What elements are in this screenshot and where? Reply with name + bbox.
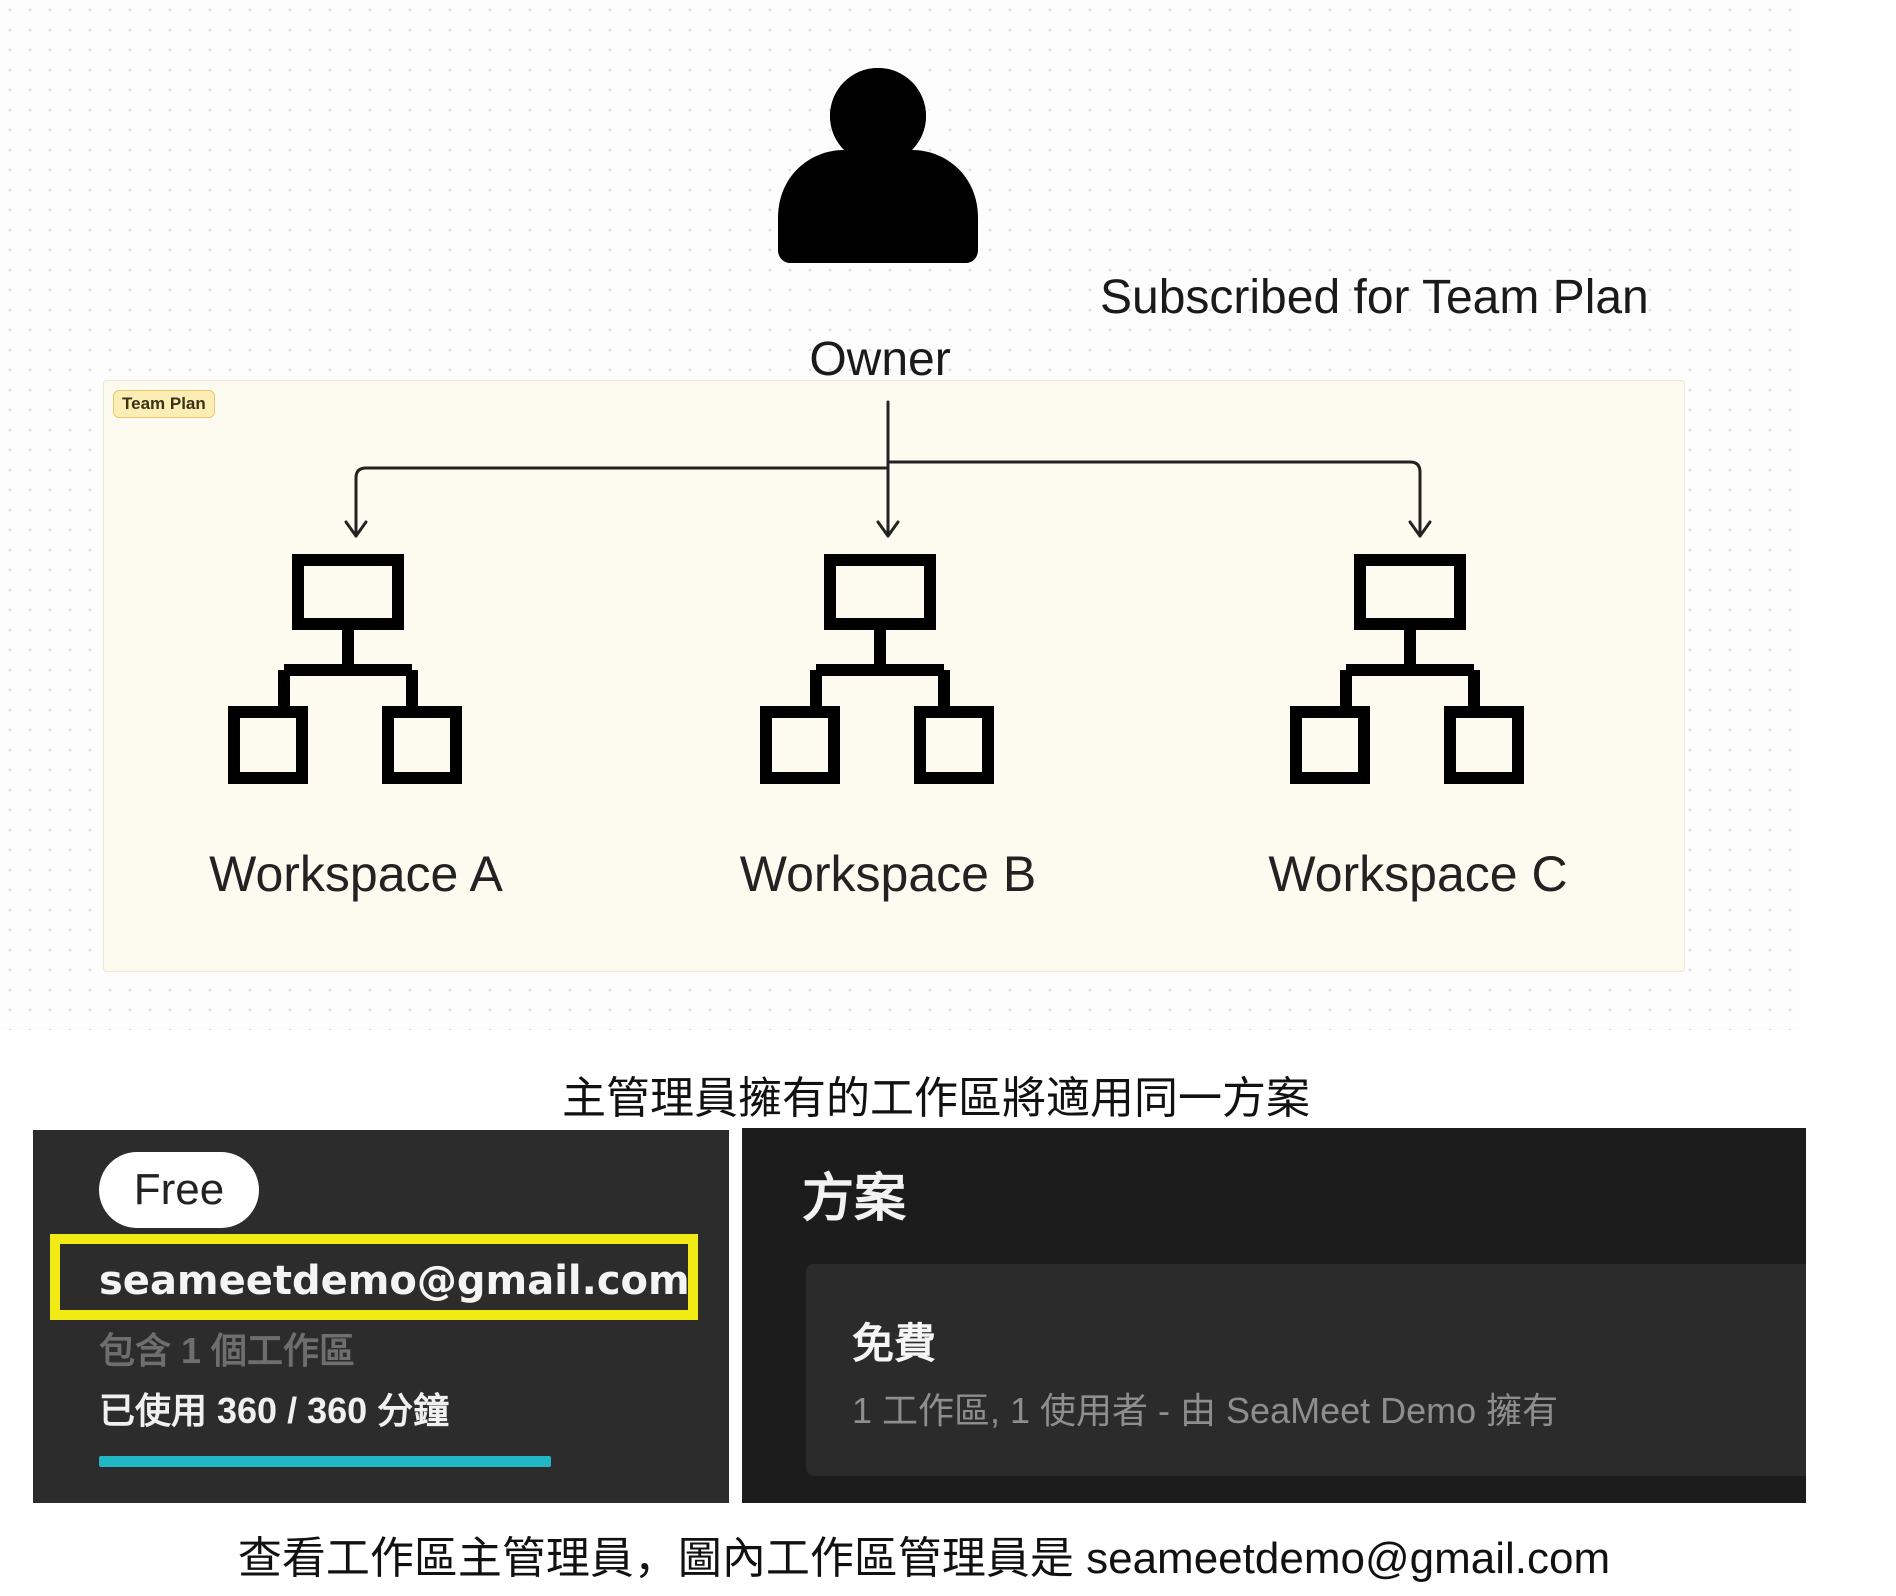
workspace-c-icon <box>1290 554 1524 784</box>
workspace-b-icon <box>760 554 994 784</box>
usage-text: 已使用 360 / 360 分鐘 <box>99 1390 450 1431</box>
workspace-b-label: Workspace B <box>739 846 1037 902</box>
plan-description: 1 工作區, 1 使用者 - 由 SeaMeet Demo 擁有 <box>852 1390 1559 1431</box>
owner-email: seameetdemo@gmail.com <box>99 1258 690 1304</box>
plan-section-title: 方案 <box>802 1170 907 1228</box>
workspace-a-label: Workspace A <box>209 846 503 902</box>
plan-card[interactable]: 免費 1 工作區, 1 使用者 - 由 SeaMeet Demo 擁有 <box>806 1264 1806 1476</box>
account-panel: Free seameetdemo@gmail.com 包含 1 個工作區 已使用… <box>33 1130 729 1503</box>
caption-bottom: 查看工作區主管理員，圖內工作區管理員是 seameetdemo@gmail.co… <box>237 1534 1611 1583</box>
workspace-a-icon <box>228 554 462 784</box>
caption-top: 主管理員擁有的工作區將適用同一方案 <box>562 1074 1310 1123</box>
usage-progress-bar <box>99 1456 551 1467</box>
workspace-c-label: Workspace C <box>1268 846 1568 902</box>
plan-name: 免費 <box>852 1320 937 1367</box>
workspace-count: 包含 1 個工作區 <box>99 1330 356 1371</box>
plan-badge: Free <box>99 1152 259 1228</box>
plan-panel: 方案 免費 1 工作區, 1 使用者 - 由 SeaMeet Demo 擁有 <box>742 1128 1806 1503</box>
